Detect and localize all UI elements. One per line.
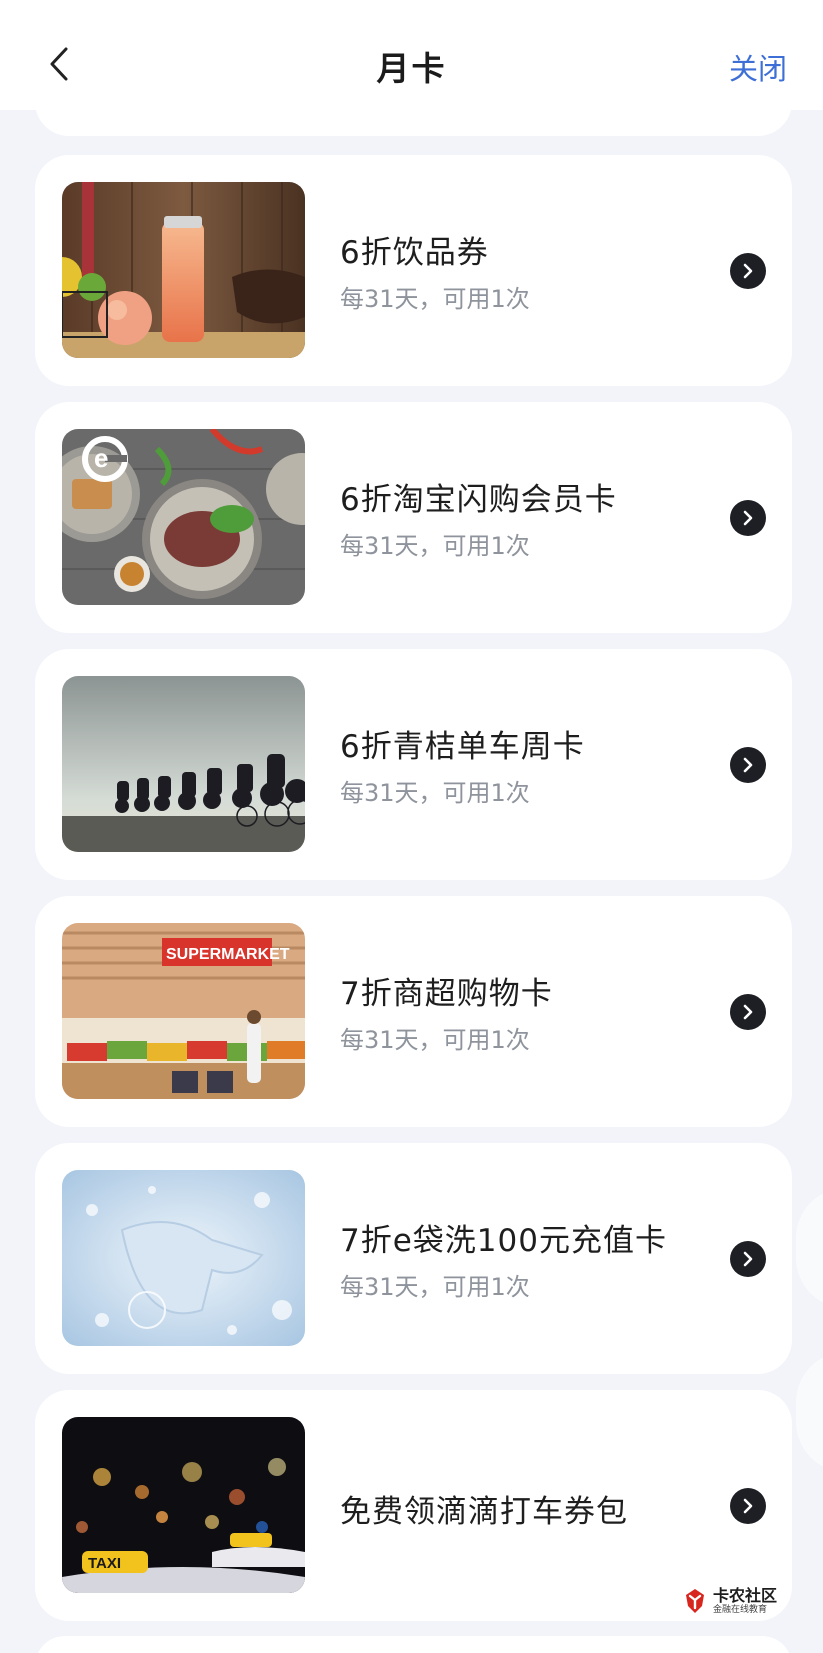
food-plates-photo: e <box>62 429 305 605</box>
card-title: 7折商超购物卡 <box>340 976 553 1012</box>
drink-photo <box>62 182 305 358</box>
go-button[interactable] <box>730 994 766 1030</box>
chevron-right-icon <box>743 757 753 773</box>
benefit-card-laundry[interactable]: 7折e袋洗100元充值卡 每31天，可用1次 <box>35 1143 792 1374</box>
card-title: 6折饮品券 <box>340 235 489 271</box>
card-title: 7折e袋洗100元充值卡 <box>340 1223 667 1259</box>
benefit-card-didi-taxi[interactable]: TAXI 免费领滴滴打车券包 <box>35 1390 792 1621</box>
benefit-card-taobao-flash[interactable]: e 6折淘宝闪购会员卡 每31天，可用1次 <box>35 402 792 633</box>
cyclists-photo <box>62 676 305 852</box>
supermarket-sign: SUPERMARKET <box>166 946 290 963</box>
taxi-night-photo: TAXI <box>62 1417 305 1593</box>
laundry-water-photo <box>62 1170 305 1346</box>
go-button[interactable] <box>730 1488 766 1524</box>
watermark: 卡农社区 金融在线教育 <box>680 1584 800 1618</box>
benefit-card-supermarket[interactable]: SUPERMARKET 7折商超购物卡 每31天，可用1次 <box>35 896 792 1127</box>
floating-side-tab <box>796 1188 823 1308</box>
next-card-fragment <box>35 1636 792 1653</box>
card-subtitle: 每31天，可用1次 <box>340 532 530 560</box>
supermarket-photo: SUPERMARKET <box>62 923 305 1099</box>
go-button[interactable] <box>730 1241 766 1277</box>
chevron-right-icon <box>743 1498 753 1514</box>
benefit-card-drink[interactable]: 6折饮品券 每31天，可用1次 <box>35 155 792 386</box>
watermark-title: 卡农社区 <box>713 1585 778 1605</box>
card-subtitle: 每31天，可用1次 <box>340 779 530 807</box>
page-title: 月卡 <box>376 49 447 88</box>
go-button[interactable] <box>730 500 766 536</box>
floating-side-tab <box>796 1352 823 1472</box>
chevron-right-icon <box>743 263 753 279</box>
brand-letter: e <box>94 443 108 473</box>
card-subtitle: 每31天，可用1次 <box>340 285 530 313</box>
taxi-sign: TAXI <box>88 1555 121 1572</box>
close-button[interactable]: 关闭 <box>729 46 787 88</box>
card-title: 6折淘宝闪购会员卡 <box>340 482 617 518</box>
card-subtitle: 每31天，可用1次 <box>340 1273 530 1301</box>
go-button[interactable] <box>730 253 766 289</box>
navigation-bar: 月卡 关闭 <box>0 0 823 110</box>
chevron-right-icon <box>743 1251 753 1267</box>
kanong-logo-icon <box>686 1589 704 1613</box>
chevron-right-icon <box>743 1004 753 1020</box>
card-title: 6折青桔单车周卡 <box>340 729 585 765</box>
card-subtitle: 每31天，可用1次 <box>340 1026 530 1054</box>
watermark-subtitle: 金融在线教育 <box>713 1604 768 1615</box>
chevron-right-icon <box>743 510 753 526</box>
card-title: 免费领滴滴打车券包 <box>340 1494 628 1530</box>
go-button[interactable] <box>730 747 766 783</box>
benefit-card-bike[interactable]: 6折青桔单车周卡 每31天，可用1次 <box>35 649 792 880</box>
